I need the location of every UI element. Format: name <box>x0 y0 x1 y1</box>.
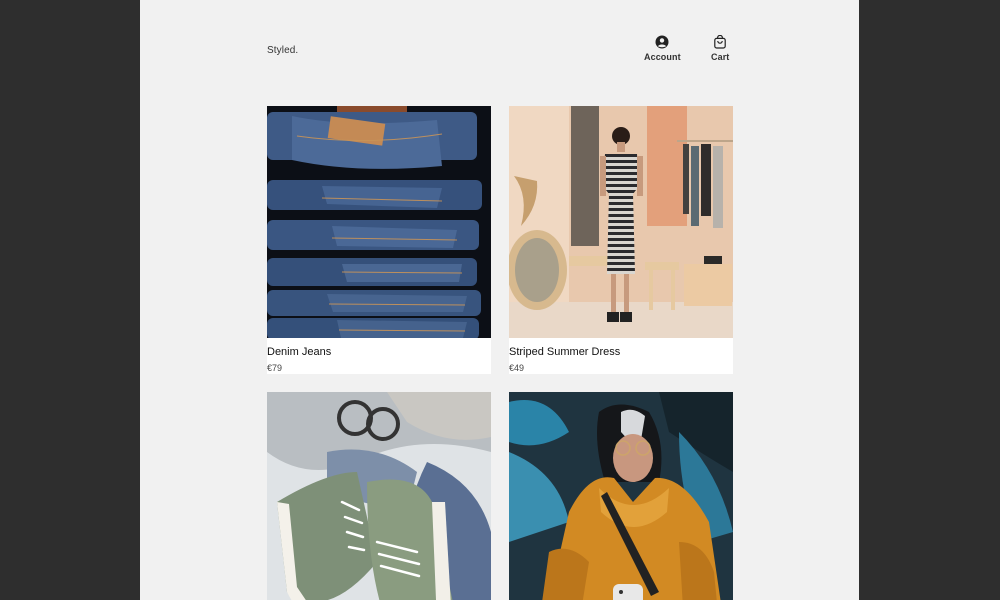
cart-label: Cart <box>711 52 730 62</box>
product-name[interactable]: Striped Summer Dress <box>509 346 620 358</box>
product-info: Striped Summer Dress €49 <box>509 338 733 374</box>
brand-logo[interactable]: Styled. <box>267 45 298 56</box>
product-card-orange-jacket[interactable] <box>509 392 733 600</box>
product-card-denim-jeans[interactable]: Denim Jeans €79 <box>267 106 491 374</box>
account-icon <box>655 35 669 49</box>
cart-link[interactable]: Cart <box>711 35 729 62</box>
product-card-striped-summer-dress[interactable]: Striped Summer Dress €49 <box>509 106 733 374</box>
product-price: €49 <box>509 363 525 373</box>
product-image-striped-summer-dress[interactable] <box>509 106 733 338</box>
site-header: Styled. Account Cart <box>267 35 733 67</box>
product-image-denim-jeans[interactable] <box>267 106 491 338</box>
product-card-sneakers[interactable] <box>267 392 491 600</box>
account-label: Account <box>644 52 681 62</box>
product-image-sneakers[interactable] <box>267 392 491 600</box>
cart-icon <box>714 35 727 49</box>
product-image-orange-jacket[interactable] <box>509 392 733 600</box>
product-info: Denim Jeans €79 <box>267 338 491 374</box>
product-name[interactable]: Denim Jeans <box>267 346 331 358</box>
product-price: €79 <box>267 363 283 373</box>
page: Styled. Account Cart Denim Jeans €79 Str… <box>140 0 859 600</box>
account-link[interactable]: Account <box>644 35 681 62</box>
